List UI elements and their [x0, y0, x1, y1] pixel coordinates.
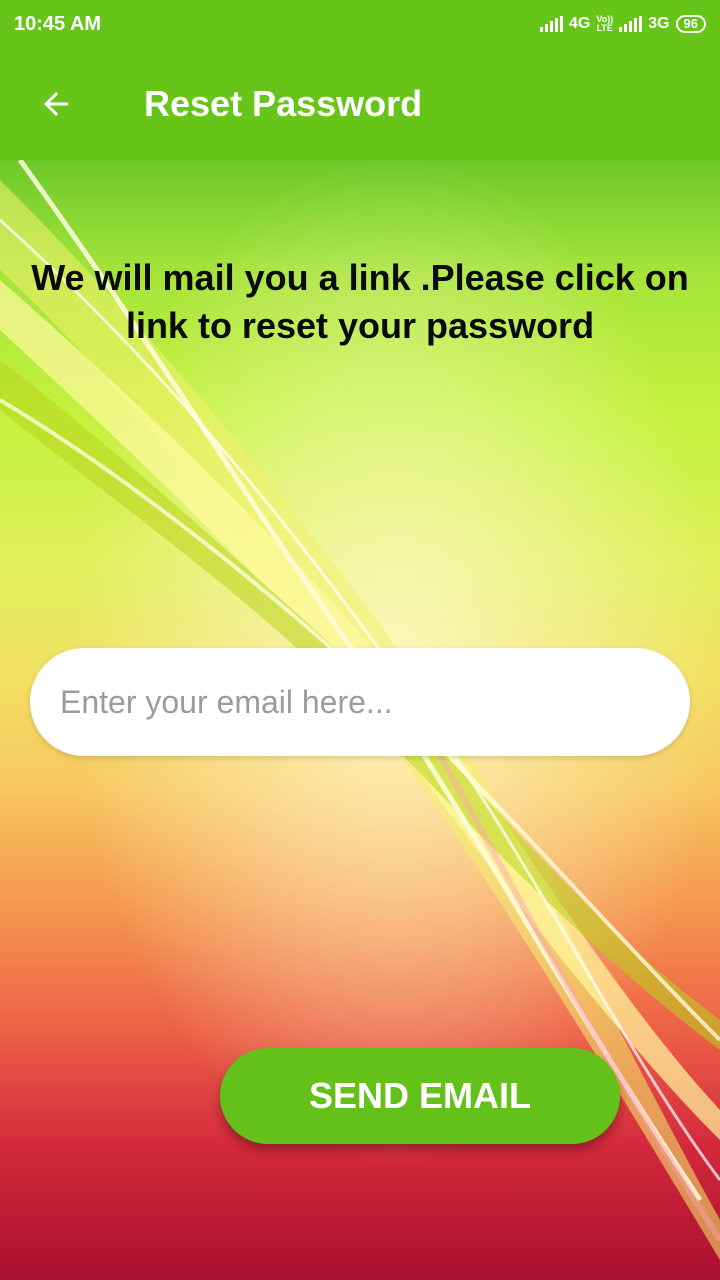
signal-icon-2	[619, 16, 643, 32]
back-button[interactable]	[0, 48, 112, 160]
email-input[interactable]	[60, 683, 660, 721]
status-icons: 4G Vo)) LTE 3G 96	[540, 15, 706, 33]
app-bar: Reset Password	[0, 48, 720, 160]
network-type-1: 4G	[569, 15, 591, 32]
instruction-text: We will mail you a link .Please click on…	[31, 257, 689, 346]
signal-icon	[540, 16, 564, 32]
status-bar: 10:45 AM 4G Vo)) LTE 3G 96	[0, 0, 720, 48]
send-email-button[interactable]: SEND EMAIL	[220, 1048, 620, 1144]
content-area: We will mail you a link .Please click on…	[0, 160, 720, 1280]
page-title: Reset Password	[144, 83, 423, 124]
network-type-2: 3G	[648, 15, 670, 32]
status-time: 10:45 AM	[14, 12, 102, 35]
email-field[interactable]	[30, 648, 690, 756]
battery-icon: 96	[675, 15, 706, 33]
volte-icon: Vo)) LTE	[596, 14, 614, 33]
arrow-back-icon	[44, 92, 68, 116]
